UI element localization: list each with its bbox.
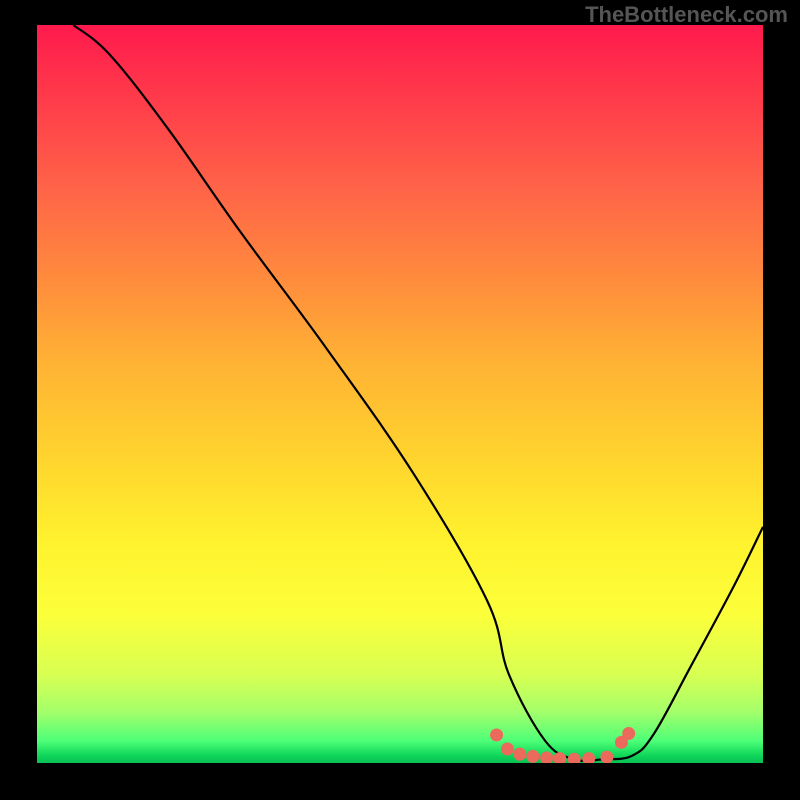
accent-dot bbox=[622, 727, 635, 740]
accent-dot bbox=[501, 742, 514, 755]
accent-dot bbox=[553, 752, 566, 763]
accent-dot bbox=[568, 753, 581, 763]
accent-dot bbox=[490, 728, 503, 741]
accent-dot bbox=[582, 752, 595, 763]
accent-dot bbox=[513, 748, 526, 761]
accent-dot bbox=[540, 751, 553, 763]
watermark-text: TheBottleneck.com bbox=[585, 2, 788, 28]
accent-dot bbox=[600, 751, 613, 763]
chart-svg bbox=[37, 25, 763, 763]
plot-area bbox=[37, 25, 763, 763]
accent-dots bbox=[490, 727, 635, 763]
accent-dot bbox=[526, 750, 539, 763]
bottleneck-curve bbox=[73, 25, 763, 761]
